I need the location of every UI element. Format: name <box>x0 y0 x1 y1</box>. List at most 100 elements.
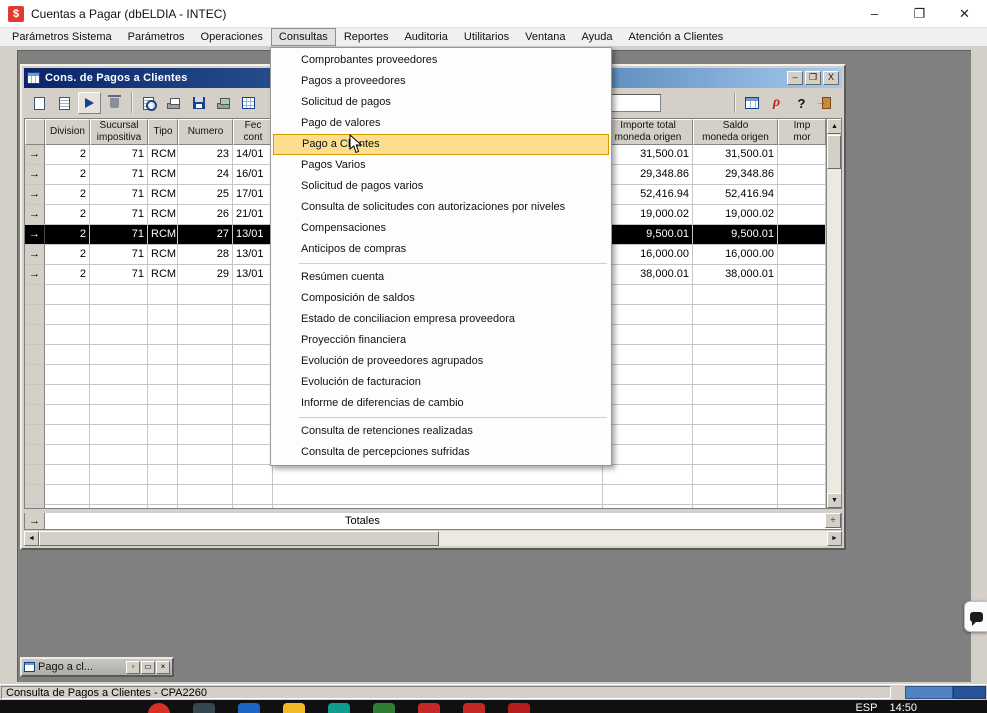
column-header-sucursal[interactable]: Sucursal impositiva <box>90 119 148 145</box>
menu-item[interactable]: Proyección financiera <box>271 330 611 351</box>
menubar-item[interactable]: Auditoria <box>396 28 455 46</box>
scroll-up-button[interactable]: ▲ <box>827 119 842 134</box>
table-row[interactable] <box>25 485 841 505</box>
menubar-item[interactable]: Parámetros <box>120 28 193 46</box>
menu-item[interactable]: Consulta de percepciones sufridas <box>271 442 611 463</box>
grid-icon <box>242 97 255 109</box>
taskbar-app-1[interactable] <box>148 703 170 713</box>
child-minimize-button[interactable]: – <box>787 71 803 85</box>
horizontal-scroll-thumb[interactable] <box>39 531 439 546</box>
help-button[interactable]: ? <box>790 92 813 114</box>
menu-item[interactable]: Compensaciones <box>271 218 611 239</box>
menu-item[interactable]: Comprobantes proveedores <box>271 50 611 71</box>
menu-item[interactable]: Anticipos de compras <box>271 239 611 260</box>
pin-button[interactable]: ρ <box>765 92 788 114</box>
menu-item[interactable]: Evolución de facturacion <box>271 372 611 393</box>
taskbar-app-6[interactable] <box>373 703 395 713</box>
cell <box>693 305 778 325</box>
table-row[interactable] <box>25 465 841 485</box>
taskbar-app-9[interactable] <box>508 703 530 713</box>
taskbar-app-8[interactable] <box>463 703 485 713</box>
mini-restore-button[interactable]: ▫ <box>126 661 140 674</box>
grid-button[interactable] <box>237 92 260 114</box>
preview-button[interactable] <box>137 92 160 114</box>
menu-item[interactable]: Resúmen cuenta <box>271 267 611 288</box>
cell: 23 <box>178 145 233 165</box>
save-button[interactable] <box>187 92 210 114</box>
cell <box>45 425 90 445</box>
menubar-item[interactable]: Consultas <box>271 28 336 46</box>
totals-split-button[interactable]: ÷ <box>825 513 841 528</box>
horizontal-scrollbar[interactable]: ◄ ► <box>24 531 842 546</box>
overlay-widget[interactable] <box>964 601 987 632</box>
menu-item[interactable]: Consulta de retenciones realizadas <box>271 421 611 442</box>
menubar-item[interactable]: Utilitarios <box>456 28 517 46</box>
menu-item[interactable]: Informe de diferencias de cambio <box>271 393 611 414</box>
cell <box>778 285 826 305</box>
run-button[interactable] <box>78 92 101 114</box>
column-header-tipo[interactable]: Tipo <box>148 119 178 145</box>
totals-label: Totales <box>345 513 380 529</box>
scroll-right-button[interactable]: ► <box>827 531 842 546</box>
menubar-item[interactable]: Ayuda <box>573 28 620 46</box>
scroll-down-button[interactable]: ▼ <box>827 493 842 508</box>
menu-item[interactable]: Estado de conciliacion empresa proveedor… <box>271 309 611 330</box>
exit-button[interactable] <box>815 92 838 114</box>
language-indicator[interactable]: ESP <box>855 702 877 713</box>
cell <box>273 465 603 485</box>
cell <box>148 425 178 445</box>
close-button[interactable]: ✕ <box>942 0 987 27</box>
column-header-fec[interactable]: Fec cont <box>233 119 273 145</box>
print-color-button[interactable] <box>212 92 235 114</box>
column-header-importe-total[interactable]: Importe total moneda origen <box>603 119 693 145</box>
delete-button[interactable] <box>103 92 126 114</box>
taskbar-app-7[interactable] <box>418 703 440 713</box>
menu-item[interactable]: Consulta de solicitudes con autorizacion… <box>271 197 611 218</box>
cell <box>148 285 178 305</box>
menu-item[interactable]: Pagos a proveedores <box>271 71 611 92</box>
menubar-item[interactable]: Atención a Clientes <box>620 28 731 46</box>
taskbar-app-3[interactable] <box>238 703 260 713</box>
print-button[interactable] <box>162 92 185 114</box>
column-header[interactable] <box>25 119 45 145</box>
taskbar-app-5[interactable] <box>328 703 350 713</box>
cell <box>778 305 826 325</box>
row-indicator <box>25 465 45 485</box>
taskbar-app-4[interactable] <box>283 703 305 713</box>
minimized-window-pago-a-clientes[interactable]: Pago a cl... ▫ ▭ × <box>20 657 174 677</box>
column-header-imp[interactable]: Imp mor <box>778 119 826 145</box>
scroll-left-button[interactable]: ◄ <box>24 531 39 546</box>
table-view-button[interactable] <box>740 92 763 114</box>
menu-item[interactable]: Composición de saldos <box>271 288 611 309</box>
cell <box>603 385 693 405</box>
column-header-saldo[interactable]: Saldo moneda origen <box>693 119 778 145</box>
cell <box>45 405 90 425</box>
menubar-item[interactable]: Operaciones <box>193 28 271 46</box>
menu-item[interactable]: Pagos Varios <box>271 155 611 176</box>
table-row[interactable] <box>25 505 841 508</box>
child-restore-button[interactable]: ❐ <box>805 71 821 85</box>
menu-item[interactable]: Pago a Clientes <box>273 134 609 155</box>
menubar-item[interactable]: Ventana <box>517 28 573 46</box>
child-close-button[interactable]: X <box>823 71 839 85</box>
column-header-division[interactable]: Division <box>45 119 90 145</box>
vertical-scroll-thumb[interactable] <box>827 135 841 169</box>
vertical-scrollbar[interactable]: ▲ ▼ <box>826 119 841 508</box>
mini-maximize-button[interactable]: ▭ <box>141 661 155 674</box>
cell <box>603 325 693 345</box>
maximize-button[interactable]: ❐ <box>897 0 942 27</box>
menu-item[interactable]: Solicitud de pagos <box>271 92 611 113</box>
menubar-item[interactable]: Reportes <box>336 28 397 46</box>
open-button[interactable] <box>53 92 76 114</box>
column-header-numero[interactable]: Numero <box>178 119 233 145</box>
menu-item[interactable]: Pago de valores <box>271 113 611 134</box>
mini-close-button[interactable]: × <box>156 661 170 674</box>
menu-item[interactable]: Solicitud de pagos varios <box>271 176 611 197</box>
menu-item[interactable]: Evolución de proveedores agrupados <box>271 351 611 372</box>
exit-icon <box>822 97 831 109</box>
menubar-item[interactable]: Parámetros Sistema <box>4 28 120 46</box>
taskbar-app-2[interactable] <box>193 703 215 713</box>
clock[interactable]: 14:50 <box>889 702 917 713</box>
minimize-button[interactable]: – <box>852 0 897 27</box>
new-button[interactable] <box>28 92 51 114</box>
